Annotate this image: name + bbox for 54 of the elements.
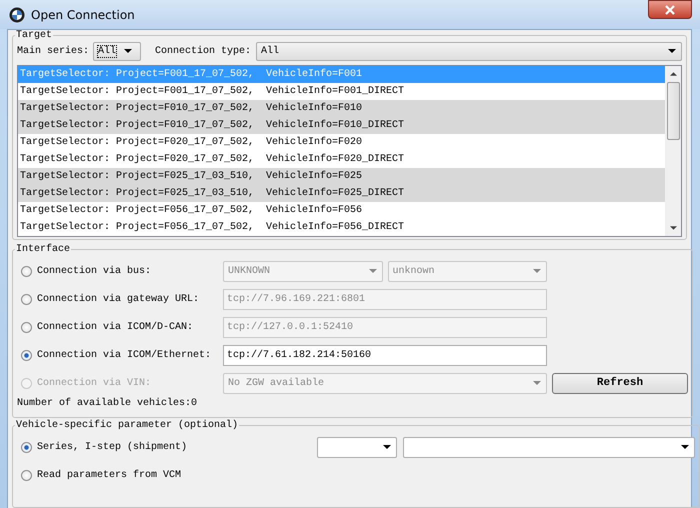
radio-option[interactable]: Connection via ICOM/D-CAN: xyxy=(17,322,223,332)
close-button[interactable] xyxy=(648,0,692,19)
radio-label: Read parameters from VCM xyxy=(37,470,182,480)
group-title: Interface xyxy=(15,244,72,255)
dropdown[interactable] xyxy=(403,436,695,458)
radio-button[interactable] xyxy=(21,470,32,480)
target-list-item[interactable]: TargetSelector: Project=F025_17_03_510, VehicleInfo=F025_DIRECT xyxy=(18,185,665,202)
vehicle-count-text: Number of available vehicles:0 xyxy=(17,397,198,411)
app-icon xyxy=(9,6,25,22)
target-list-item[interactable]: TargetSelector: Project=F020_17_07_502, VehicleInfo=F020_DIRECT xyxy=(18,151,665,168)
window-title: Open Connection xyxy=(31,8,136,22)
radio-button[interactable] xyxy=(21,322,32,332)
caret-icon xyxy=(368,269,376,273)
radio-label: Connection via gateway URL: xyxy=(37,294,200,304)
radio-option[interactable]: Series, I-step (shipment) xyxy=(17,442,223,452)
radio-option[interactable]: Read parameters from VCM xyxy=(17,470,223,480)
caret-icon xyxy=(533,381,541,385)
target-list-item[interactable]: TargetSelector: Project=F010_17_07_502, VehicleInfo=F010_DIRECT xyxy=(18,117,665,134)
radio-label: Connection via ICOM/Ethernet: xyxy=(37,350,212,360)
connection-type-label: Connection type: xyxy=(155,46,252,56)
target-list-item[interactable]: TargetSelector: Project=F025_17_03_510, VehicleInfo=F025 xyxy=(18,168,665,185)
close-icon xyxy=(665,4,675,14)
target-list-item[interactable]: TargetSelector: Project=F010_17_07_502, VehicleInfo=F010 xyxy=(18,100,665,117)
scroll-thumb[interactable] xyxy=(666,82,680,140)
main-series-dropdown[interactable]: All xyxy=(93,42,142,60)
target-list-item[interactable]: TargetSelector: Project=F020_17_07_502, VehicleInfo=F020 xyxy=(18,134,665,151)
group-title: Target xyxy=(15,30,54,41)
target-list-item[interactable]: TargetSelector: Project=F056_17_07_502, VehicleInfo=F056_DIRECT xyxy=(18,219,665,236)
radio-option[interactable]: Connection via gateway URL: xyxy=(17,294,223,304)
radio-label: Connection via VIN: xyxy=(37,378,152,388)
scroll-up-icon xyxy=(670,72,676,76)
radio-label: Connection via ICOM/D-CAN: xyxy=(37,322,194,332)
caret-icon xyxy=(668,49,676,53)
scrollbar[interactable] xyxy=(665,66,681,236)
radio-option[interactable]: Connection via ICOM/Ethernet: xyxy=(17,350,223,360)
radio-label: Series, I-step (shipment) xyxy=(37,442,188,452)
radio-button[interactable] xyxy=(21,442,32,452)
radio-button[interactable] xyxy=(21,294,32,304)
dropdown[interactable] xyxy=(317,436,397,458)
group-title: Vehicle-specific parameter (optional) xyxy=(15,420,240,431)
radio-button[interactable] xyxy=(21,350,32,360)
caret-icon xyxy=(533,269,541,273)
input-field[interactable]: tcp://7.61.182.214:50160 xyxy=(223,344,547,366)
radio-option[interactable]: Connection via bus: xyxy=(17,266,223,276)
target-list-item[interactable]: TargetSelector: Project=F001_17_07_502, VehicleInfo=F001_DIRECT xyxy=(18,83,665,100)
caret-icon xyxy=(681,445,689,449)
caret-icon xyxy=(383,445,391,449)
radio-label: Connection via bus: xyxy=(37,266,152,276)
target-list-item[interactable]: TargetSelector: Project=F056_17_07_502, VehicleInfo=F056 xyxy=(18,202,665,219)
scroll-down-icon xyxy=(670,226,676,230)
connection-type-dropdown[interactable]: All xyxy=(256,42,682,60)
main-series-label: Main series: xyxy=(17,46,90,56)
caret-icon xyxy=(124,49,132,53)
radio-button[interactable] xyxy=(21,266,32,276)
